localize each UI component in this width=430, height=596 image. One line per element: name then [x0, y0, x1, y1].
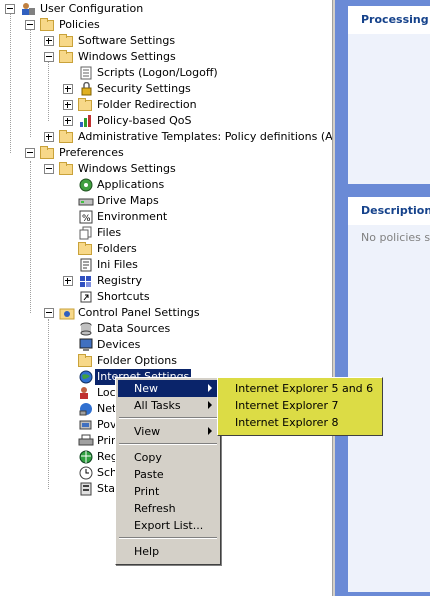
collapse-icon[interactable] — [5, 4, 15, 14]
start-menu-icon — [78, 482, 94, 496]
svg-text:%: % — [82, 214, 91, 224]
menu-separator — [119, 443, 217, 445]
collapse-icon[interactable] — [25, 148, 35, 158]
submenu-item-ie56[interactable]: Internet Explorer 5 and 6 — [220, 380, 380, 397]
network-icon — [78, 402, 94, 416]
expand-icon[interactable] — [44, 36, 54, 46]
data-sources-icon — [78, 322, 94, 336]
menu-item-view[interactable]: View — [118, 423, 218, 440]
collapse-icon[interactable] — [25, 20, 35, 30]
tree-line — [48, 319, 49, 489]
expand-icon[interactable] — [63, 84, 73, 94]
folder-icon — [40, 18, 56, 32]
folder-options-icon — [78, 354, 94, 368]
regional-globe-icon — [78, 450, 94, 464]
folder-icon — [78, 98, 94, 112]
users-icon — [78, 386, 94, 400]
folder-icon — [59, 162, 75, 176]
context-menu: New All Tasks View Copy Paste Print Refr… — [115, 377, 221, 565]
menu-item-refresh[interactable]: Refresh — [118, 500, 218, 517]
tree-line — [30, 161, 31, 313]
internet-globe-icon — [78, 370, 94, 384]
submenu-arrow-icon — [208, 427, 212, 435]
submenu-item-ie7[interactable]: Internet Explorer 7 — [220, 397, 380, 414]
details-pane: Processing Description No policies sele — [335, 0, 430, 596]
lock-icon — [78, 81, 94, 96]
expand-icon[interactable] — [63, 116, 73, 126]
user-configuration-icon — [20, 2, 36, 16]
menu-separator — [119, 537, 217, 539]
ini-file-icon — [78, 258, 94, 272]
bar-chart-icon — [78, 114, 94, 128]
tree-line — [48, 61, 49, 121]
menu-item-copy[interactable]: Copy — [118, 449, 218, 466]
devices-icon — [78, 338, 94, 352]
submenu-arrow-icon — [208, 401, 212, 409]
applications-icon — [78, 178, 94, 192]
description-title: Description — [348, 197, 430, 225]
folder-icon — [59, 130, 75, 144]
shortcut-icon — [78, 290, 94, 304]
description-text: No policies sele — [361, 231, 430, 244]
menu-item-export-list[interactable]: Export List... — [118, 517, 218, 534]
drive-icon — [78, 194, 94, 208]
control-panel-icon — [59, 306, 75, 320]
menu-item-paste[interactable]: Paste — [118, 466, 218, 483]
tree-line — [10, 13, 11, 153]
submenu-item-ie8[interactable]: Internet Explorer 8 — [220, 414, 380, 431]
menu-item-help[interactable]: Help — [118, 543, 218, 560]
script-icon — [78, 66, 94, 80]
scheduled-tasks-icon — [78, 466, 94, 480]
processing-title: Processing — [348, 6, 430, 34]
expand-icon[interactable] — [63, 276, 73, 286]
folder-icon — [40, 146, 56, 160]
power-icon — [78, 418, 94, 432]
files-icon — [78, 226, 94, 240]
menu-item-new[interactable]: New — [118, 380, 218, 397]
menu-item-all-tasks[interactable]: All Tasks — [118, 397, 218, 414]
printer-icon — [78, 434, 94, 448]
folders-icon — [78, 242, 94, 256]
expand-icon[interactable] — [44, 132, 54, 142]
folder-icon — [59, 34, 75, 48]
processing-panel: Processing — [348, 6, 430, 184]
menu-item-print[interactable]: Print — [118, 483, 218, 500]
tree-line — [30, 29, 31, 137]
collapse-icon[interactable] — [44, 52, 54, 62]
new-submenu: Internet Explorer 5 and 6 Internet Explo… — [217, 377, 383, 436]
folder-icon — [59, 50, 75, 64]
submenu-arrow-icon — [208, 384, 212, 392]
environment-icon: % — [78, 210, 94, 224]
collapse-icon[interactable] — [44, 164, 54, 174]
expand-icon[interactable] — [63, 100, 73, 110]
collapse-icon[interactable] — [44, 308, 54, 318]
registry-icon — [78, 274, 94, 288]
menu-separator — [119, 417, 217, 419]
